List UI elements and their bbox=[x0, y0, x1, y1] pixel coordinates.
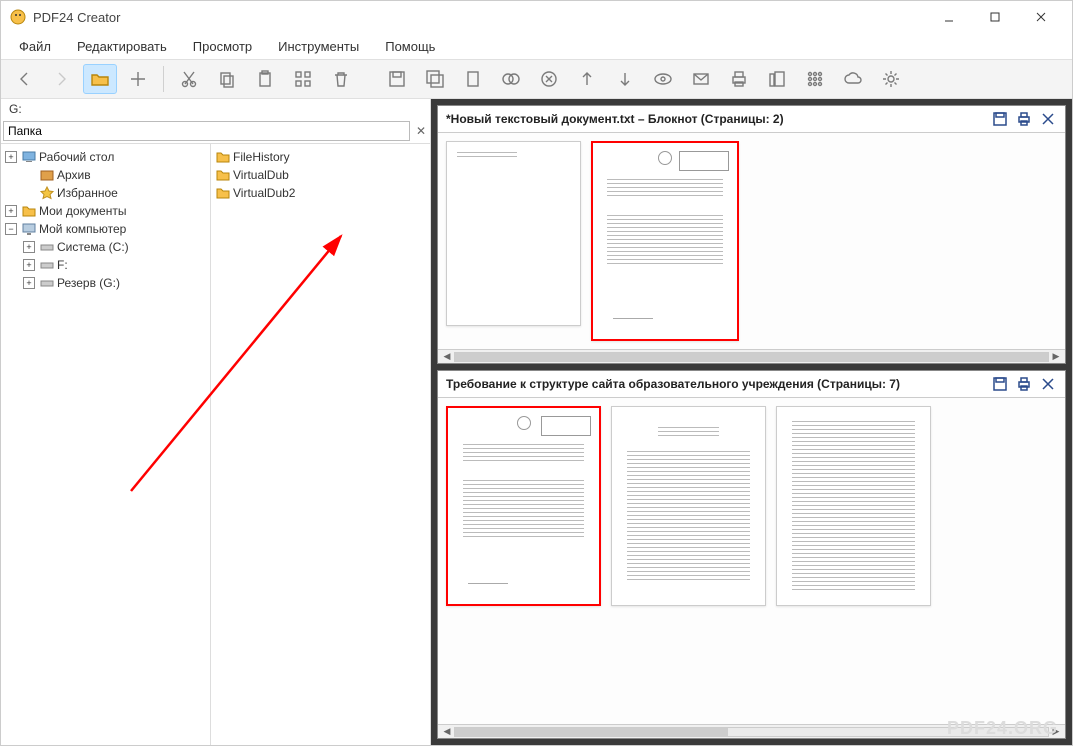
print-button[interactable] bbox=[722, 64, 756, 94]
page-thumb-selected[interactable] bbox=[446, 406, 601, 606]
titlebar: PDF24 Creator bbox=[1, 1, 1072, 33]
fax-button[interactable] bbox=[760, 64, 794, 94]
forward-button[interactable] bbox=[45, 64, 79, 94]
up-button[interactable] bbox=[570, 64, 604, 94]
trash-button[interactable] bbox=[324, 64, 358, 94]
tree-desktop[interactable]: +Рабочий стол bbox=[3, 148, 208, 166]
close-button[interactable] bbox=[1018, 1, 1064, 33]
folder-icon bbox=[215, 149, 231, 165]
page-thumb[interactable] bbox=[611, 406, 766, 606]
open-folder-button[interactable] bbox=[83, 64, 117, 94]
menu-edit[interactable]: Редактировать bbox=[65, 35, 179, 58]
app-window: PDF24 Creator Файл Редактировать Просмот… bbox=[0, 0, 1073, 746]
menu-help[interactable]: Помощь bbox=[373, 35, 447, 58]
grid-button[interactable] bbox=[286, 64, 320, 94]
toolbar bbox=[1, 59, 1072, 99]
tree-mydocs[interactable]: +Мои документы bbox=[3, 202, 208, 220]
scroll-left-icon[interactable]: ◀ bbox=[440, 726, 454, 738]
doc-header: Требование к структуре сайта образовател… bbox=[438, 371, 1065, 398]
copy-button[interactable] bbox=[210, 64, 244, 94]
doc-save-button[interactable] bbox=[991, 375, 1009, 393]
down-button[interactable] bbox=[608, 64, 642, 94]
paste-button[interactable] bbox=[248, 64, 282, 94]
menu-tools[interactable]: Инструменты bbox=[266, 35, 371, 58]
save-button[interactable] bbox=[380, 64, 414, 94]
page-thumb[interactable] bbox=[446, 141, 581, 326]
doc-title: *Новый текстовый документ.txt – Блокнот … bbox=[446, 112, 991, 126]
window-title: PDF24 Creator bbox=[33, 10, 926, 25]
desktop-icon bbox=[21, 149, 37, 165]
doc-save-button[interactable] bbox=[991, 110, 1009, 128]
tree-mycomputer[interactable]: −Мой компьютер bbox=[3, 220, 208, 238]
cloud-button[interactable] bbox=[836, 64, 870, 94]
drive-icon bbox=[39, 275, 55, 291]
preview-button[interactable] bbox=[646, 64, 680, 94]
drive-icon bbox=[39, 239, 55, 255]
maximize-button[interactable] bbox=[972, 1, 1018, 33]
add-button[interactable] bbox=[121, 64, 155, 94]
doc-print-button[interactable] bbox=[1015, 110, 1033, 128]
toolbar-separator bbox=[163, 66, 164, 92]
drive-label: G: bbox=[1, 99, 430, 119]
computer-icon bbox=[21, 221, 37, 237]
document-block-2: Требование к структуре сайта образовател… bbox=[437, 370, 1066, 739]
doc-header: *Новый текстовый документ.txt – Блокнот … bbox=[438, 106, 1065, 133]
doc-pages bbox=[438, 398, 1065, 724]
drive-icon bbox=[39, 257, 55, 273]
file-item[interactable]: FileHistory bbox=[213, 148, 428, 166]
menu-file[interactable]: Файл bbox=[7, 35, 63, 58]
new-doc-button[interactable] bbox=[456, 64, 490, 94]
doc-pages bbox=[438, 133, 1065, 349]
left-panel: G: ✕ +Рабочий стол Архив Избранное +Мои … bbox=[1, 99, 431, 745]
scroll-right-icon[interactable]: ▶ bbox=[1049, 351, 1063, 363]
tree-drive-f[interactable]: +F: bbox=[3, 256, 208, 274]
cut-button[interactable] bbox=[172, 64, 206, 94]
tree-favorites[interactable]: Избранное bbox=[3, 184, 208, 202]
star-icon bbox=[39, 185, 55, 201]
tree-archive[interactable]: Архив bbox=[3, 166, 208, 184]
merge-button[interactable] bbox=[494, 64, 528, 94]
scroll-left-icon[interactable]: ◀ bbox=[440, 351, 454, 363]
app-icon bbox=[9, 8, 27, 26]
page-thumb-selected[interactable] bbox=[591, 141, 739, 341]
minimize-button[interactable] bbox=[926, 1, 972, 33]
menubar: Файл Редактировать Просмотр Инструменты … bbox=[1, 33, 1072, 59]
email-button[interactable] bbox=[684, 64, 718, 94]
folder-bar: ✕ bbox=[1, 119, 430, 144]
clear-folder-icon[interactable]: ✕ bbox=[412, 124, 430, 138]
right-panel: *Новый текстовый документ.txt – Блокнот … bbox=[431, 99, 1072, 745]
tree-system-c[interactable]: +Система (C:) bbox=[3, 238, 208, 256]
file-item[interactable]: VirtualDub bbox=[213, 166, 428, 184]
file-item[interactable]: VirtualDub2 bbox=[213, 184, 428, 202]
watermark: PDF24.ORG bbox=[947, 718, 1058, 739]
archive-icon bbox=[39, 167, 55, 183]
horizontal-scrollbar[interactable]: ◀ ▶ bbox=[438, 349, 1065, 363]
doc-close-button[interactable] bbox=[1039, 110, 1057, 128]
save-all-button[interactable] bbox=[418, 64, 452, 94]
back-button[interactable] bbox=[7, 64, 41, 94]
file-list[interactable]: FileHistory VirtualDub VirtualDub2 bbox=[211, 144, 430, 745]
doc-close-button[interactable] bbox=[1039, 375, 1057, 393]
tree-reserve-g[interactable]: +Резерв (G:) bbox=[3, 274, 208, 292]
doc-print-button[interactable] bbox=[1015, 375, 1033, 393]
folder-input[interactable] bbox=[3, 121, 410, 141]
main-area: G: ✕ +Рабочий стол Архив Избранное +Мои … bbox=[1, 99, 1072, 745]
remove-button[interactable] bbox=[532, 64, 566, 94]
doc-title: Требование к структуре сайта образовател… bbox=[446, 377, 991, 391]
folder-icon bbox=[21, 203, 37, 219]
settings-button[interactable] bbox=[874, 64, 908, 94]
document-block-1: *Новый текстовый документ.txt – Блокнот … bbox=[437, 105, 1066, 364]
folder-icon bbox=[215, 167, 231, 183]
folder-icon bbox=[215, 185, 231, 201]
menu-view[interactable]: Просмотр bbox=[181, 35, 264, 58]
page-thumb[interactable] bbox=[776, 406, 931, 606]
folder-tree[interactable]: +Рабочий стол Архив Избранное +Мои докум… bbox=[1, 144, 211, 745]
grid2-button[interactable] bbox=[798, 64, 832, 94]
